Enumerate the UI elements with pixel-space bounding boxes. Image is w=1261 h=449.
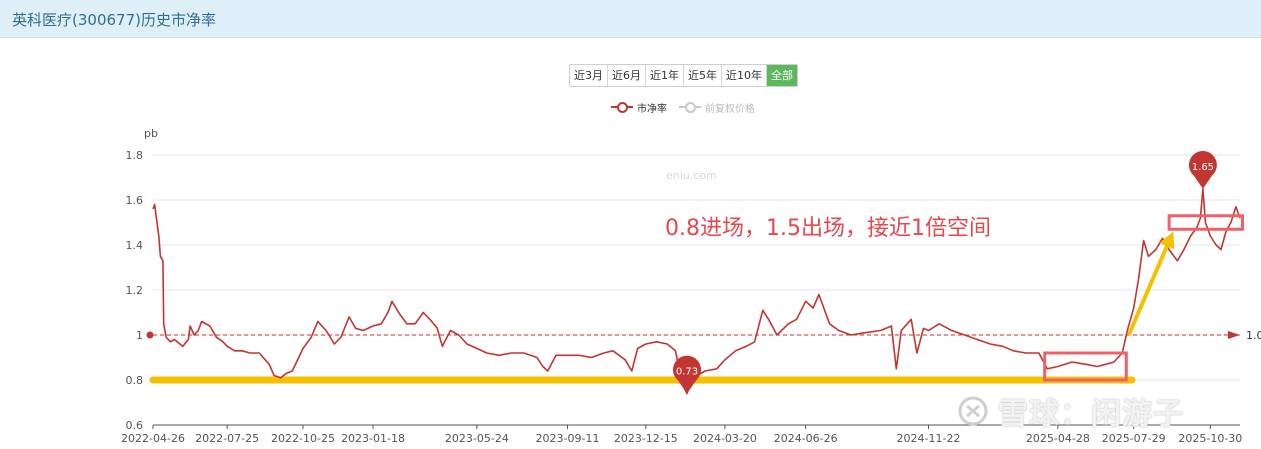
y-tick-label: 1 [136, 329, 143, 342]
x-tick-label: 2024-06-26 [774, 432, 838, 445]
annotation-arrow [1126, 245, 1169, 336]
x-tick-label: 2023-01-18 [341, 432, 405, 445]
x-tick-label: 2024-11-22 [897, 432, 961, 445]
x-tick-label: 2022-04-26 [121, 432, 185, 445]
pb-line-chart: 0.6 0.8 1 1.2 1.4 1.6 1.8pb 2022-04-26 2022-07-2… [121, 127, 1261, 445]
xueqiu-watermark-text: 雪球：闲游子 [998, 397, 1184, 432]
mark-line-arrow-icon [1228, 331, 1240, 339]
y-tick-label: 1.8 [126, 149, 144, 162]
y-tick-label: 0.8 [126, 374, 144, 387]
site-watermark: eniu.com [666, 169, 717, 182]
xueqiu-logo-icon [958, 396, 988, 426]
mark-line-start-dot [146, 331, 154, 339]
x-tick-label: 2023-12-15 [614, 432, 678, 445]
x-tick-label: 2023-09-11 [536, 432, 600, 445]
x-tick-label: 2023-05-24 [445, 432, 509, 445]
annotation-text: 0.8进场，1.5出场，接近1倍空间 [665, 216, 991, 241]
mark-line-label: 1.0 [1246, 329, 1261, 342]
y-tick-label: 0.6 [126, 419, 144, 432]
y-axis-label: pb [144, 127, 158, 140]
x-tick-label: 2024-03-20 [693, 432, 757, 445]
marker-label: 1.65 [1192, 162, 1214, 173]
x-tick-label: 2022-07-25 [195, 432, 259, 445]
x-tick-label: 2022-10-25 [271, 432, 335, 445]
x-tick-label: 2025-10-30 [1178, 432, 1242, 445]
xueqiu-watermark: 雪球：闲游子 [958, 389, 1184, 433]
y-tick-label: 1.6 [126, 194, 144, 207]
y-tick-label: 1.2 [126, 284, 144, 297]
marker-label: 0.73 [676, 367, 698, 378]
y-tick-label: 1.4 [126, 239, 144, 252]
x-tick-label: 2025-04-28 [1026, 432, 1090, 445]
x-tick-label: 2025-07-29 [1102, 432, 1166, 445]
